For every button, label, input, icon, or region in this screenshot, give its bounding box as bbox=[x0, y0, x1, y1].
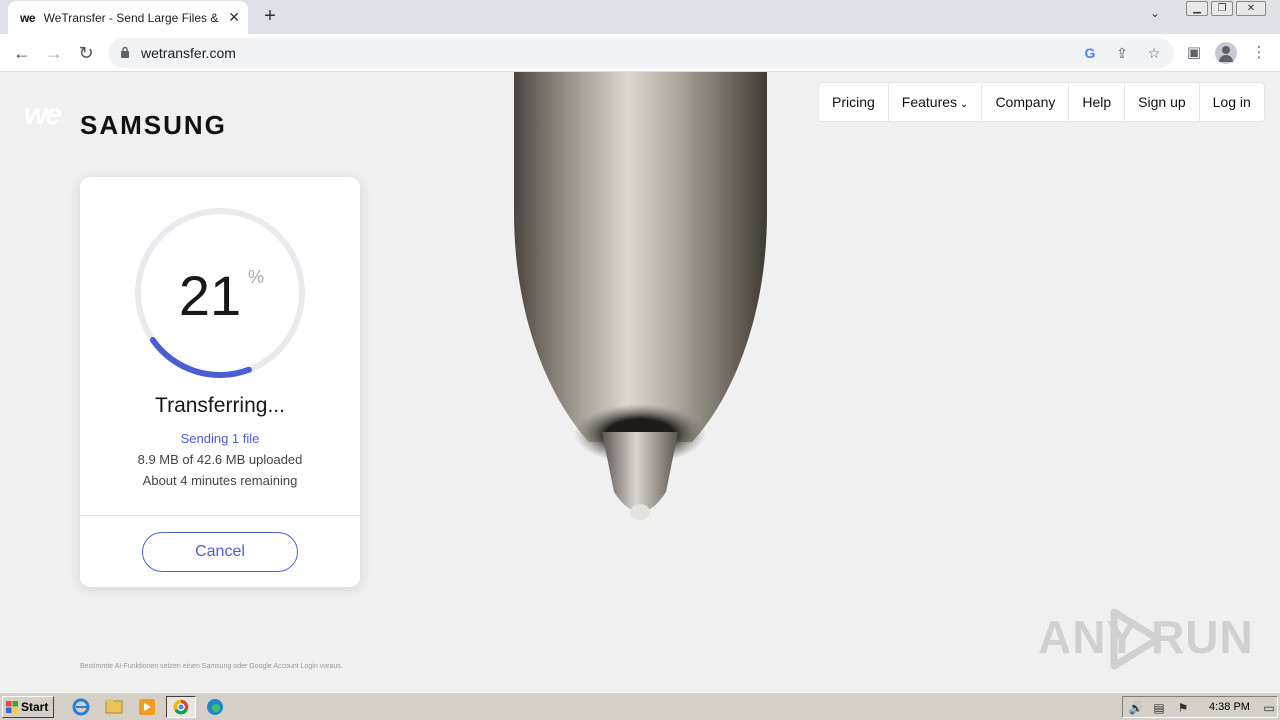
nav-pricing[interactable]: Pricing bbox=[819, 83, 888, 121]
tab-search-chevron-icon[interactable]: ⌄ bbox=[1150, 6, 1160, 20]
card-divider bbox=[80, 515, 360, 516]
window-controls: ▁ ❐ ✕ bbox=[1183, 1, 1266, 17]
browser-tab-wetransfer[interactable]: we WeTransfer - Send Large Files & Sha ✕ bbox=[8, 1, 248, 34]
volume-icon[interactable]: 🔊 bbox=[1128, 700, 1144, 716]
time-remaining: About 4 minutes remaining bbox=[142, 473, 298, 488]
lock-icon bbox=[121, 46, 129, 58]
nav-help[interactable]: Help bbox=[1068, 83, 1124, 121]
tab-strip: we WeTransfer - Send Large Files & Sha ✕… bbox=[0, 0, 1280, 34]
share-icon[interactable]: ⇪ bbox=[1113, 44, 1131, 62]
back-arrow-icon[interactable]: ← bbox=[10, 41, 34, 65]
nav-features[interactable]: Features ⌄ bbox=[887, 83, 982, 121]
nav-features-label: Features bbox=[901, 94, 958, 110]
browser-toolbar: ← → ↻ wetransfer.com G ⇪ ☆ ▣ ⋮ bbox=[0, 34, 1280, 72]
nav-company[interactable]: Company bbox=[981, 83, 1068, 121]
bookmark-star-icon[interactable]: ☆ bbox=[1145, 44, 1163, 62]
progress-percent: 21 bbox=[178, 264, 242, 327]
media-player-icon[interactable] bbox=[134, 696, 160, 718]
address-bar[interactable]: wetransfer.com G ⇪ ☆ bbox=[108, 38, 1174, 68]
clock: 4:38 PM bbox=[1209, 701, 1250, 713]
action-center-flag-icon[interactable]: ⚑ bbox=[1175, 700, 1191, 716]
reload-icon[interactable]: ↻ bbox=[74, 41, 98, 65]
top-navigation: Pricing Features ⌄ Company Help Sign up L… bbox=[818, 82, 1265, 122]
close-tab-icon[interactable]: ✕ bbox=[228, 9, 240, 26]
percent-sign: % bbox=[248, 267, 265, 287]
nav-signup[interactable]: Sign up bbox=[1124, 83, 1198, 121]
cancel-button[interactable]: Cancel bbox=[142, 532, 298, 572]
wetransfer-logo[interactable]: we bbox=[24, 98, 62, 132]
google-icon[interactable]: G bbox=[1081, 44, 1099, 62]
close-window-icon[interactable]: ✕ bbox=[1236, 1, 1266, 16]
transfer-status-heading: Transferring... bbox=[155, 394, 285, 417]
anyrun-play-icon bbox=[1110, 608, 1162, 670]
start-label: Start bbox=[21, 700, 49, 714]
chrome-icon[interactable] bbox=[166, 696, 196, 718]
webpage: we SAMSUNG Pricing Features ⌄ Company Hel… bbox=[0, 72, 1280, 692]
forward-arrow-icon[interactable]: → bbox=[42, 41, 66, 65]
profile-avatar-icon[interactable] bbox=[1215, 42, 1237, 64]
start-button[interactable]: Start bbox=[2, 696, 54, 718]
legal-disclaimer: Bestimmte AI-Funktionen setzen einen Sam… bbox=[80, 663, 343, 670]
uploaded-amount: 8.9 MB of 42.6 MB uploaded bbox=[137, 452, 303, 467]
file-explorer-icon[interactable] bbox=[101, 696, 127, 718]
url-text: wetransfer.com bbox=[141, 45, 236, 61]
tab-title: WeTransfer - Send Large Files & Sha bbox=[43, 10, 221, 25]
minimize-icon[interactable]: ▁ bbox=[1186, 1, 1208, 16]
system-tray: 🔊 ▤ ⚑ 4:38 PM ▭ bbox=[1122, 696, 1278, 718]
wetransfer-favicon-icon: we bbox=[20, 10, 36, 25]
sending-files-link[interactable]: Sending 1 file bbox=[80, 431, 360, 446]
windows-flag-icon bbox=[6, 701, 18, 713]
samsung-logo: SAMSUNG bbox=[80, 110, 227, 140]
new-tab-button[interactable]: + bbox=[258, 4, 282, 28]
internet-explorer-icon[interactable] bbox=[68, 696, 94, 718]
edge-icon[interactable] bbox=[202, 696, 228, 718]
transfer-progress-card: 21 % Transferring... Sending 1 file 8.9 … bbox=[80, 177, 360, 587]
nav-login[interactable]: Log in bbox=[1198, 83, 1264, 121]
side-panel-icon[interactable]: ▣ bbox=[1184, 43, 1204, 63]
chevron-down-icon: ⌄ bbox=[960, 99, 969, 110]
restore-icon[interactable]: ❐ bbox=[1211, 1, 1233, 16]
stylus-pen-image bbox=[514, 72, 767, 520]
menu-kebab-icon[interactable]: ⋮ bbox=[1249, 43, 1269, 63]
network-icon[interactable]: ▤ bbox=[1151, 700, 1167, 716]
windows-taskbar: Start 🔊 ▤ ⚑ 4:38 PM ▭ bbox=[0, 692, 1280, 720]
show-desktop-icon[interactable]: ▭ bbox=[1263, 700, 1275, 716]
